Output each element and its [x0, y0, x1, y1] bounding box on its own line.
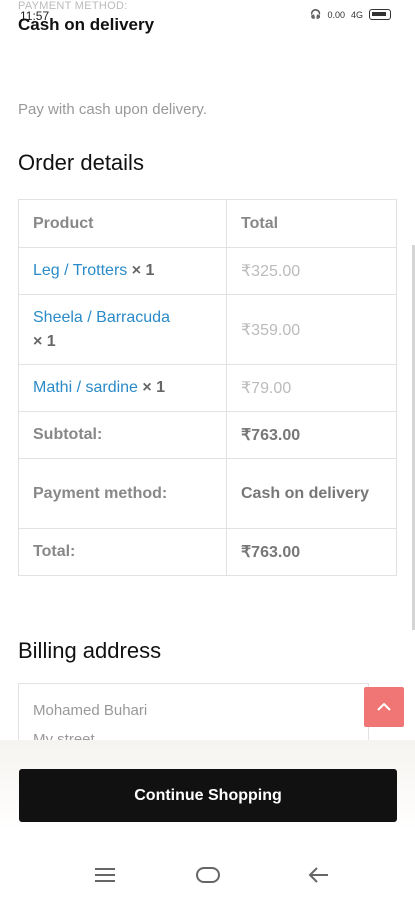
- product-column-header: Product: [18, 199, 227, 248]
- chevron-up-icon: [377, 702, 391, 711]
- subtotal-value: ₹763.00: [226, 411, 397, 459]
- table-row: Mathi / sardine × 1 ₹79.00: [18, 364, 397, 412]
- payment-method-row: Payment method: Cash on delivery: [18, 458, 397, 529]
- product-qty: × 1: [131, 262, 155, 279]
- product-cell: Sheela / Barracuda × 1: [18, 294, 227, 365]
- total-column-header: Total: [226, 199, 397, 248]
- product-price: ₹359.00: [226, 294, 397, 365]
- subtotal-label: Subtotal:: [18, 411, 227, 459]
- billing-name: Mohamed Buhari: [33, 702, 148, 719]
- product-cell: Mathi / sardine × 1: [18, 364, 227, 412]
- menu-icon[interactable]: [90, 860, 120, 890]
- table-row: Sheela / Barracuda × 1 ₹359.00: [18, 294, 397, 365]
- payment-method-row-label: Payment method:: [18, 458, 227, 529]
- speed-readout: 0.00: [327, 9, 345, 20]
- total-label: Total:: [18, 528, 227, 576]
- home-icon[interactable]: [193, 860, 223, 890]
- network-type: 4G: [350, 9, 363, 20]
- product-qty: × 1: [33, 332, 56, 350]
- headphones-icon: 🎧: [310, 9, 322, 19]
- billing-address-heading: Billing address: [18, 638, 162, 663]
- payment-description: Pay with cash upon delivery.: [18, 101, 207, 118]
- billing-address-box: Mohamed Buhari My street: [18, 683, 369, 743]
- back-icon[interactable]: [303, 860, 333, 890]
- product-price: ₹79.00: [226, 364, 397, 412]
- total-row: Total: ₹763.00: [18, 528, 397, 576]
- android-nav-bar: [0, 850, 415, 900]
- payment-method-row-value: Cash on delivery: [226, 458, 397, 529]
- payment-method-label: PAYMENT METHOD:: [18, 0, 128, 12]
- scroll-to-top-button[interactable]: [364, 687, 404, 727]
- table-header-row: Product Total: [18, 199, 397, 248]
- product-price: ₹325.00: [226, 247, 397, 295]
- product-cell: Leg / Trotters × 1: [18, 247, 227, 295]
- table-row: Leg / Trotters × 1 ₹325.00: [18, 247, 397, 295]
- product-link[interactable]: Sheela / Barracuda: [33, 309, 170, 326]
- status-right-icons: 🎧 0.00 4G: [310, 9, 391, 20]
- battery-icon: [369, 9, 391, 20]
- product-link[interactable]: Leg / Trotters: [33, 262, 127, 279]
- order-details-heading: Order details: [18, 150, 144, 175]
- continue-shopping-button[interactable]: Continue Shopping: [19, 769, 397, 822]
- payment-method-title: Cash on delivery: [18, 15, 155, 34]
- total-value: ₹763.00: [226, 528, 397, 576]
- product-link[interactable]: Mathi / sardine: [33, 379, 138, 396]
- product-qty: × 1: [142, 379, 166, 396]
- order-details-table: Product Total Leg / Trotters × 1 ₹325.00…: [18, 199, 397, 576]
- subtotal-row: Subtotal: ₹763.00: [18, 411, 397, 459]
